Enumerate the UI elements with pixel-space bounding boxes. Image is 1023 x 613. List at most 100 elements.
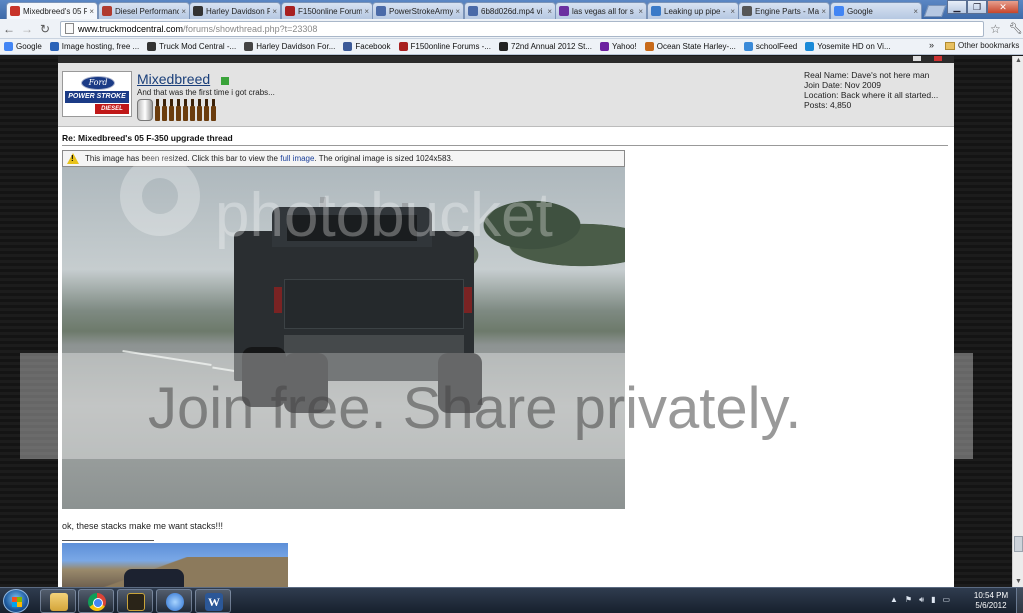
bookmark-item[interactable]: Yosemite HD on Vi... <box>805 42 891 51</box>
bookmark-item[interactable]: F150online Forums -... <box>398 42 491 51</box>
scrollbar-thumb[interactable] <box>1014 536 1023 552</box>
tab-favicon-icon <box>376 6 386 16</box>
action-center-flag-icon[interactable]: ⚑ <box>905 595 912 605</box>
battery-icon[interactable]: ▭ <box>943 595 951 605</box>
bookmark-star-icon[interactable]: ☆ <box>990 22 1001 36</box>
clock-time: 10:54 PM <box>973 591 1009 600</box>
bookmark-favicon-icon <box>644 42 654 51</box>
bookmarks-overflow-icon[interactable]: » <box>929 40 934 50</box>
bookmark-item[interactable]: Google <box>4 42 42 51</box>
taskbar-explorer[interactable] <box>40 589 76 613</box>
tab-close-icon[interactable]: × <box>638 7 643 16</box>
bookmark-favicon-icon <box>398 42 408 51</box>
user-info: Real Name: Dave's not here man Join Date… <box>804 70 938 110</box>
bookmark-label: Yosemite HD on Vi... <box>817 42 891 51</box>
scroll-up-icon[interactable]: ▲ <box>1014 56 1023 65</box>
network-icon[interactable]: ▮ <box>931 595 935 605</box>
reload-icon[interactable]: ↻ <box>36 20 54 38</box>
tab[interactable]: 6b8d026d.mp4 vi × <box>464 2 556 19</box>
forward-arrow-icon[interactable]: → <box>18 20 36 38</box>
tab[interactable]: las vegas all for s × <box>555 2 647 19</box>
bookmark-favicon-icon <box>343 42 353 51</box>
show-hidden-icons-icon[interactable]: ▲ <box>890 595 898 605</box>
signature-photo[interactable] <box>62 543 288 587</box>
bookmark-favicon-icon <box>805 42 815 51</box>
taskbar-clock[interactable]: 10:54 PM 5/6/2012 <box>966 591 1016 611</box>
user-avatar[interactable]: Ford POWER STROKE DIESEL <box>62 71 132 117</box>
bookmarks-bar: Google Image hosting, free ... Truck Mod C… <box>0 39 1023 55</box>
full-image-link[interactable]: full image <box>280 154 314 163</box>
bookmark-favicon-icon <box>4 42 13 51</box>
maximize-icon[interactable]: ❐ <box>967 0 987 14</box>
address-bar[interactable]: www.truckmodcentral.com/forums/showthrea… <box>60 20 984 37</box>
bookmark-label: Facebook <box>355 42 391 51</box>
bookmark-favicon-icon <box>743 42 753 51</box>
bottle-icon <box>211 99 216 121</box>
report-icon[interactable] <box>934 56 942 61</box>
bookmark-item[interactable]: Ocean State Harley-... <box>644 42 736 51</box>
chrome-icon <box>88 593 106 611</box>
bottle-icon <box>190 99 195 121</box>
scroll-down-icon[interactable]: ▼ <box>1014 577 1023 586</box>
new-tab-button[interactable] <box>923 5 947 17</box>
tab[interactable]: F150online Forum × <box>281 2 373 19</box>
tab-close-icon[interactable]: × <box>455 7 460 16</box>
folder-icon <box>945 41 955 50</box>
page-background-left <box>0 56 58 587</box>
tab-close-icon[interactable]: × <box>89 7 94 16</box>
tab-title: F150online Forum <box>298 6 363 16</box>
tab-favicon-icon <box>742 6 752 16</box>
close-window-icon[interactable]: ✕ <box>987 0 1019 14</box>
bookmark-label: Yahoo! <box>611 42 637 51</box>
tab-close-icon[interactable]: × <box>821 7 826 16</box>
svg-text:photobucket: photobucket <box>215 181 553 250</box>
tab[interactable]: Mixedbreed's 05 F × <box>6 2 98 19</box>
bookmark-item[interactable]: Facebook <box>343 42 391 51</box>
tab-close-icon[interactable]: × <box>364 7 369 16</box>
bookmark-item[interactable]: Harley Davidson For... <box>244 42 335 51</box>
username-link[interactable]: Mixedbreed <box>137 71 210 87</box>
post-icon[interactable] <box>913 56 921 61</box>
tab-close-icon[interactable]: × <box>730 7 735 16</box>
tab[interactable]: Leaking up pipe - × <box>647 2 739 19</box>
taskbar-app[interactable] <box>117 589 153 613</box>
bookmark-item[interactable]: 72nd Annual 2012 St... <box>499 42 592 51</box>
tab-title: Mixedbreed's 05 F <box>23 6 88 16</box>
back-arrow-icon[interactable]: ← <box>0 20 18 38</box>
other-bookmarks[interactable]: Other bookmarks <box>945 41 1019 50</box>
bookmark-item[interactable]: Yahoo! <box>599 42 637 51</box>
tab[interactable]: PowerStrokeArmy × <box>372 2 464 19</box>
taskbar-chrome[interactable] <box>78 589 114 613</box>
bookmark-item[interactable]: Truck Mod Central -... <box>147 42 236 51</box>
taskbar-word[interactable]: W <box>195 589 231 613</box>
tail-light <box>464 287 472 313</box>
folder-icon <box>50 593 68 611</box>
reputation-icons <box>137 99 218 121</box>
vertical-scrollbar[interactable]: ▲ ▼ <box>1012 56 1023 587</box>
post-title: Re: Mixedbreed's 05 F-350 upgrade thread <box>62 133 233 143</box>
tab[interactable]: Diesel Performanc × <box>98 2 190 19</box>
tab-close-icon[interactable]: × <box>272 7 277 16</box>
show-desktop-button[interactable] <box>1016 588 1023 613</box>
clock-date: 5/6/2012 <box>975 601 1007 610</box>
volume-icon[interactable]: 🔊︎ <box>919 595 924 605</box>
tab-title: las vegas all for s <box>572 6 634 16</box>
photobucket-watermark-icon <box>120 156 200 236</box>
tab-close-icon[interactable]: × <box>913 7 918 16</box>
bookmark-item[interactable]: Image hosting, free ... <box>49 42 139 51</box>
tab[interactable]: Engine Parts - Ma × <box>738 2 830 19</box>
tab[interactable]: Google × <box>830 2 922 19</box>
taskbar-itunes[interactable] <box>156 589 192 613</box>
bookmark-label: 72nd Annual 2012 St... <box>511 42 592 51</box>
start-button[interactable] <box>3 589 29 613</box>
minimize-icon[interactable]: ▁ <box>947 0 967 14</box>
bookmark-item[interactable]: schoolFeed <box>743 42 797 51</box>
system-tray: ▲ ⚑ 🔊︎ ▮ ▭ <box>890 595 957 605</box>
tab[interactable]: Harley Davidson F × <box>189 2 281 19</box>
wrench-menu-icon[interactable]: 🔧︎ <box>1009 22 1023 35</box>
tab-favicon-icon <box>834 6 844 16</box>
tab-close-icon[interactable]: × <box>547 7 552 16</box>
tab-close-icon[interactable]: × <box>181 7 186 16</box>
join-free-watermark: Join free. Share privately. <box>148 376 801 441</box>
bookmark-label: F150online Forums -... <box>410 42 491 51</box>
